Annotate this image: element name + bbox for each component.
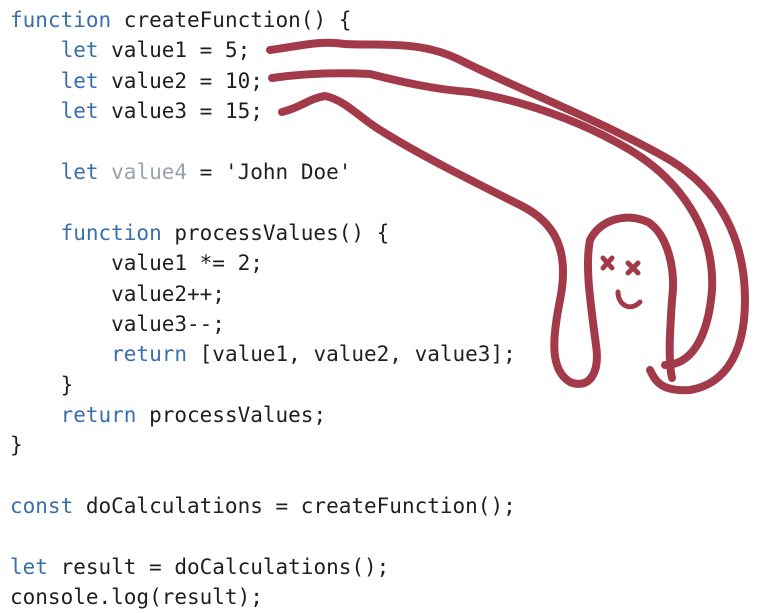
code-line-4: let value3 = 15;	[10, 99, 263, 124]
code-line-14: return processValues;	[10, 403, 327, 428]
code-line-13: }	[10, 372, 74, 397]
code-line-2: let value1 = 5;	[10, 38, 251, 63]
ghost-right-eye	[625, 260, 641, 276]
code-line-6: let value4 = 'John Doe'	[10, 159, 352, 184]
ghost-left-eye	[600, 255, 615, 271]
code-line-12: return [value1, value2, value3];	[10, 342, 516, 367]
code-line-19: let result = doCalculations();	[10, 555, 390, 580]
code-line-1: function createFunction() {	[10, 8, 352, 32]
code-line-11: value3--;	[10, 311, 225, 336]
code-line-3: let value2 = 10;	[10, 68, 263, 93]
code-line-10: value2++;	[10, 281, 225, 306]
code-line-20: console.log(result);	[10, 585, 263, 610]
code-line-9: value1 *= 2;	[10, 251, 263, 276]
code-line-17: const doCalculations = createFunction();	[10, 494, 516, 519]
code-block: function createFunction() { let value1 =…	[10, 5, 516, 613]
code-line-15: }	[10, 433, 23, 458]
ghost-mouth	[615, 289, 643, 310]
code-line-8: function processValues() {	[10, 220, 390, 245]
